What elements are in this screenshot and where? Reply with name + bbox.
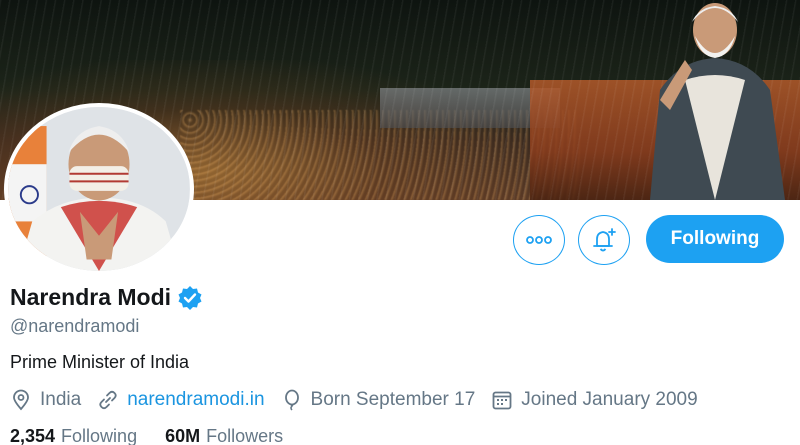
- meta-location: India: [10, 389, 81, 411]
- following-button[interactable]: Following: [646, 215, 784, 263]
- followers-label[interactable]: Followers: [206, 426, 283, 445]
- calendar-icon: [492, 391, 512, 410]
- followers-count[interactable]: 60M: [165, 426, 200, 445]
- profile-name-row: Narendra Modi: [10, 284, 203, 311]
- profile-bio: Prime Minister of India: [10, 352, 190, 372]
- location-pin-icon: [13, 389, 29, 411]
- location-text: India: [40, 389, 82, 410]
- meta-born: Born September 17: [281, 389, 476, 411]
- profile-handle: @narendramodi: [10, 316, 140, 336]
- meta-website: narendramodi.in: [97, 389, 265, 411]
- banner-person-figure: [650, 3, 785, 200]
- bell-plus-icon: [593, 228, 616, 252]
- website-link[interactable]: narendramodi.in: [127, 389, 264, 411]
- born-text: Born September 17: [310, 389, 476, 410]
- verified-badge-icon: [178, 285, 202, 310]
- following-label[interactable]: Following: [61, 426, 137, 445]
- following-count[interactable]: 2,354: [10, 426, 55, 445]
- profile-avatar[interactable]: [4, 103, 194, 275]
- more-options-button[interactable]: [513, 215, 565, 265]
- avatar-photo: [8, 107, 190, 271]
- profile-counts: 2,354 Following 60M Followers: [10, 426, 311, 445]
- joined-text: Joined January 2009: [521, 389, 698, 410]
- more-horizontal-icon: [526, 236, 552, 244]
- profile-meta: India narendramodi.in Born September 17 …: [10, 389, 714, 411]
- balloon-icon: [284, 389, 299, 411]
- meta-joined: Joined January 2009: [491, 389, 698, 411]
- link-icon: [99, 390, 117, 410]
- profile-name: Narendra Modi: [10, 284, 172, 310]
- notifications-button[interactable]: [578, 215, 630, 265]
